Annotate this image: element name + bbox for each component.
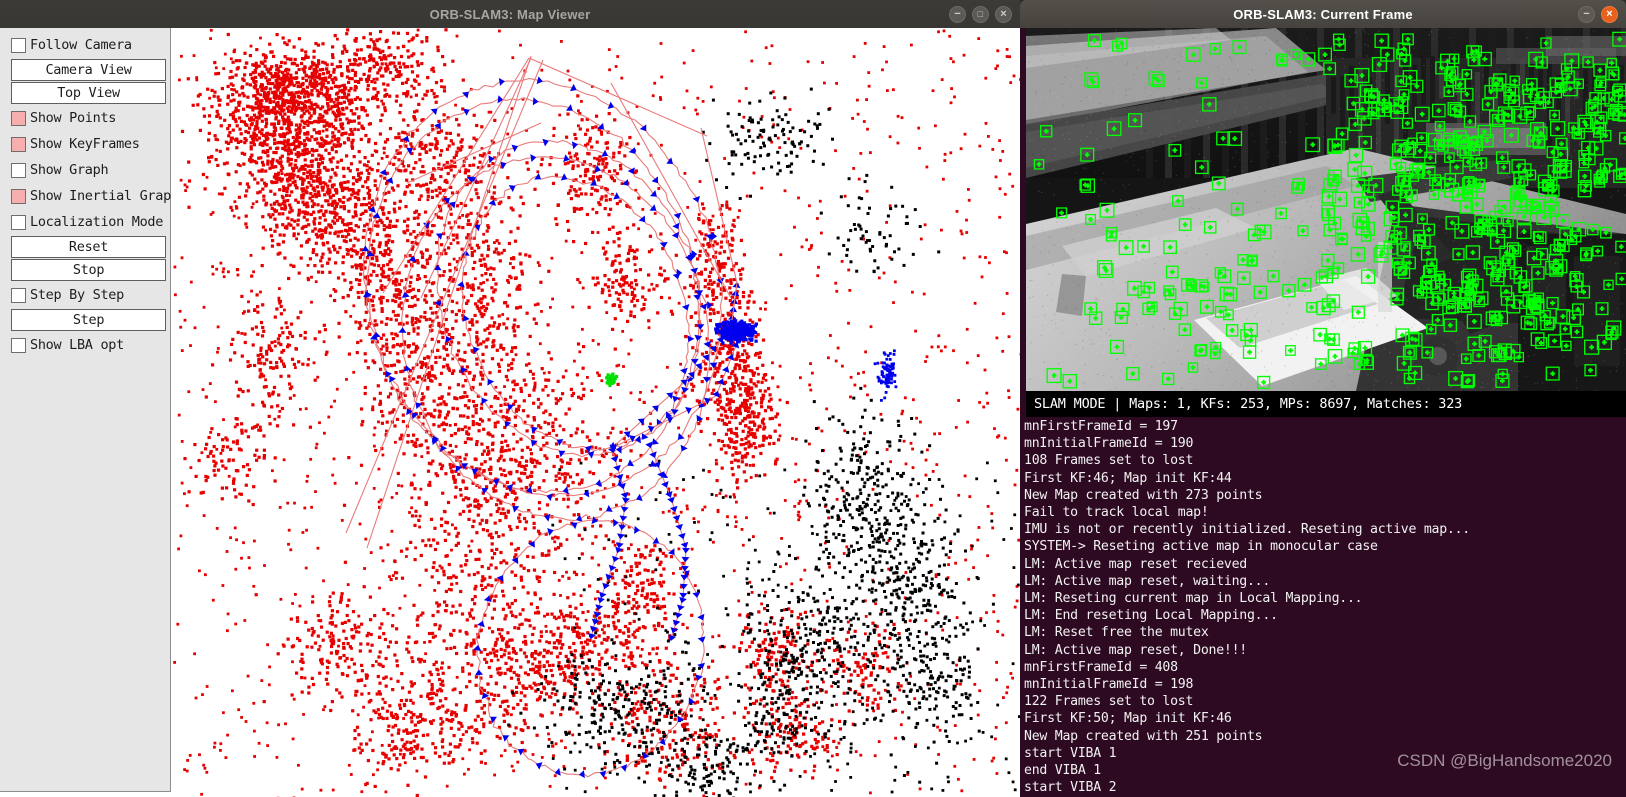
- terminal-line: First KF:46; Map init KF:44: [1024, 470, 1232, 486]
- checkbox-show-points[interactable]: [11, 110, 26, 126]
- checkbox-label-show-keyframes: Show KeyFrames: [30, 136, 140, 152]
- checkbox-show-graph[interactable]: [11, 162, 26, 178]
- checkbox-show-lba-opt[interactable]: [11, 337, 26, 353]
- camera-image: [1026, 28, 1626, 391]
- current-frame-body: SLAM MODE | Maps: 1, KFs: 253, MPs: 8697…: [1020, 28, 1626, 797]
- checkbox-label-step-by-step: Step By Step: [30, 287, 124, 303]
- checkbox-label-show-inertial-graph: Show Inertial Graph: [30, 188, 179, 204]
- checkbox-label-show-lba-opt: Show LBA opt: [30, 337, 124, 353]
- map-viewer-body: Follow Camera Camera View Top View Show Poi…: [0, 28, 1020, 797]
- terminal-line: IMU is not or recently initialized. Rese…: [1024, 522, 1470, 538]
- button-reset[interactable]: Reset: [11, 236, 166, 258]
- terminal-line: LM: Reseting current map in Local Mappin…: [1024, 591, 1363, 607]
- checkbox-show-keyframes[interactable]: [11, 136, 26, 152]
- terminal-line: LM: Active map reset recieved: [1024, 556, 1247, 572]
- checkbox-label-show-points: Show Points: [30, 110, 117, 126]
- checkbox-step-by-step[interactable]: [11, 287, 26, 303]
- checkbox-label-show-graph: Show Graph: [30, 162, 109, 178]
- map-point-cloud-canvas[interactable]: [171, 28, 1020, 797]
- current-frame-titlebar[interactable]: ORB-SLAM3: Current Frame − ×: [1020, 0, 1626, 28]
- checkbox-follow-camera[interactable]: [11, 37, 26, 53]
- checkbox-row-show-points[interactable]: Show Points: [3, 105, 167, 131]
- terminal-line: First KF:50; Map init KF:46: [1024, 711, 1232, 727]
- terminal-line: 108 Frames set to lost: [1024, 453, 1194, 469]
- slam-status-bar: SLAM MODE | Maps: 1, KFs: 253, MPs: 8697…: [1026, 391, 1626, 417]
- checkbox-row-show-lba-opt[interactable]: Show LBA opt: [3, 332, 167, 358]
- checkbox-row-show-graph[interactable]: Show Graph: [3, 157, 167, 183]
- checkbox-localization-mode[interactable]: [11, 214, 26, 230]
- checkbox-row-show-keyframes[interactable]: Show KeyFrames: [3, 131, 167, 157]
- maximize-icon[interactable]: □: [972, 5, 989, 23]
- checkbox-row-localization-mode[interactable]: Localization Mode: [3, 209, 167, 235]
- terminal-line: LM: Active map reset, Done!!!: [1024, 642, 1247, 658]
- button-stop[interactable]: Stop: [11, 259, 166, 281]
- terminal-line: 122 Frames set to lost: [1024, 694, 1194, 710]
- map-viewer-window: ORB-SLAM3: Map Viewer − □ × Follow Camer…: [0, 0, 1020, 797]
- current-frame-window: ORB-SLAM3: Current Frame − × SLAM MODE |…: [1020, 0, 1626, 797]
- checkbox-label-follow-camera: Follow Camera: [30, 37, 132, 53]
- checkbox-row-follow-camera[interactable]: Follow Camera: [3, 32, 167, 58]
- button-step[interactable]: Step: [11, 309, 166, 331]
- button-top-view[interactable]: Top View: [11, 82, 166, 104]
- terminal-line: LM: Active map reset, waiting...: [1024, 573, 1271, 589]
- terminal-line: New Map created with 273 points: [1024, 487, 1263, 503]
- terminal-line: mnInitialFrameId = 190: [1024, 436, 1194, 452]
- map-viewer-titlebar[interactable]: ORB-SLAM3: Map Viewer − □ ×: [0, 0, 1020, 28]
- terminal-line: LM: Reset free the mutex: [1024, 625, 1209, 641]
- terminal-line: LM: End reseting Local Mapping...: [1024, 608, 1278, 624]
- map-viewer-title: ORB-SLAM3: Map Viewer: [429, 6, 591, 22]
- terminal-line: Fail to track local map!: [1024, 505, 1209, 521]
- terminal-line: start VIBA 2: [1024, 780, 1117, 796]
- checkbox-row-step-by-step[interactable]: Step By Step: [3, 282, 167, 308]
- minimize-icon[interactable]: −: [1578, 5, 1595, 23]
- terminal-line: SYSTEM-> Reseting active map in monocula…: [1024, 539, 1378, 555]
- terminal-line: mnFirstFrameId = 197: [1024, 419, 1178, 434]
- terminal-line: New Map created with 251 points: [1024, 728, 1263, 744]
- checkbox-show-inertial-graph[interactable]: [11, 188, 26, 204]
- minimize-icon[interactable]: −: [949, 5, 966, 23]
- checkbox-row-show-inertial-graph[interactable]: Show Inertial Graph: [3, 183, 179, 209]
- terminal-log: mnFirstFrameId = 197 mnInitialFrameId = 1…: [1020, 417, 1626, 797]
- terminal-line: mnFirstFrameId = 408: [1024, 659, 1178, 675]
- current-frame-title: ORB-SLAM3: Current Frame: [1233, 6, 1413, 22]
- button-camera-view[interactable]: Camera View: [11, 59, 166, 81]
- terminal-line: mnInitialFrameId = 198: [1024, 677, 1194, 693]
- checkbox-label-localization-mode: Localization Mode: [30, 214, 164, 230]
- map-viewer-window-buttons: − □ ×: [949, 0, 1012, 28]
- map-viewer-sidebar: Follow Camera Camera View Top View Show Poi…: [0, 28, 179, 792]
- terminal-line: start VIBA 1: [1024, 745, 1117, 761]
- close-icon[interactable]: ×: [1601, 5, 1618, 23]
- terminal-line: end VIBA 1: [1024, 763, 1101, 779]
- current-frame-window-buttons: − ×: [1578, 0, 1618, 28]
- close-icon[interactable]: ×: [995, 5, 1012, 23]
